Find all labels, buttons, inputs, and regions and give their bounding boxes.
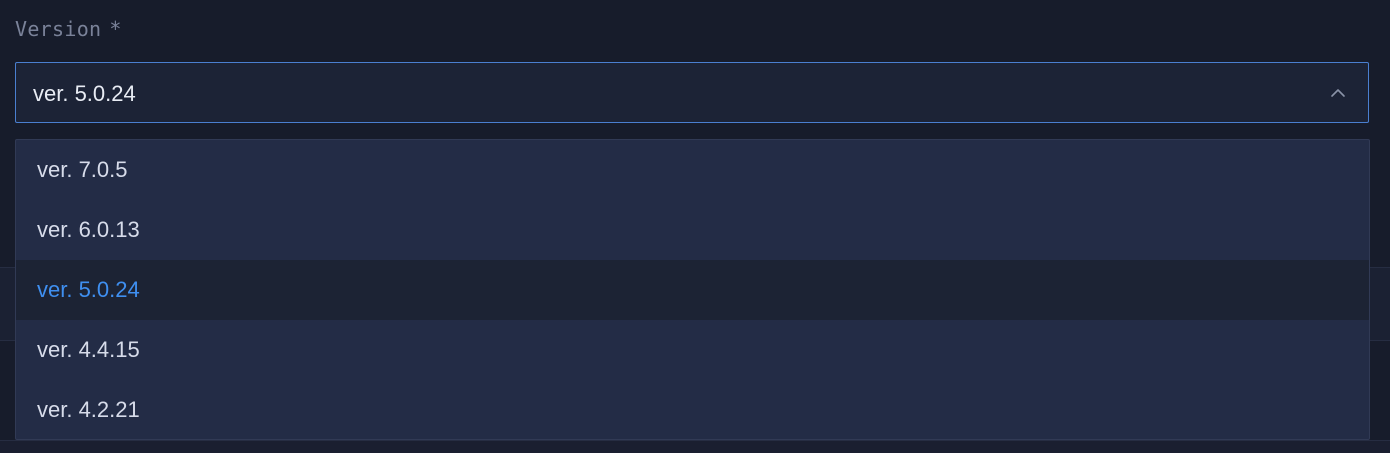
version-dropdown-menu: ver. 7.0.5 ver. 6.0.13 ver. 5.0.24 ver. … (15, 139, 1370, 440)
version-option-4-2-21[interactable]: ver. 4.2.21 (16, 380, 1369, 439)
version-select-value: ver. 5.0.24 (33, 81, 136, 106)
version-field-label: Version * (15, 17, 122, 41)
version-option-5-0-24[interactable]: ver. 5.0.24 (16, 260, 1369, 320)
version-select[interactable]: ver. 5.0.24 (15, 62, 1369, 123)
background-panel-bottom (0, 440, 1390, 453)
chevron-up-icon[interactable] (1330, 85, 1346, 101)
version-form: Version * ver. 5.0.24 ver. 7.0.5 ver. 6.0… (0, 0, 1390, 453)
version-option-6-0-13[interactable]: ver. 6.0.13 (16, 200, 1369, 260)
version-option-7-0-5[interactable]: ver. 7.0.5 (16, 140, 1369, 200)
required-mark: * (109, 17, 122, 41)
version-label-text: Version (15, 17, 102, 41)
version-option-4-4-15[interactable]: ver. 4.4.15 (16, 320, 1369, 380)
